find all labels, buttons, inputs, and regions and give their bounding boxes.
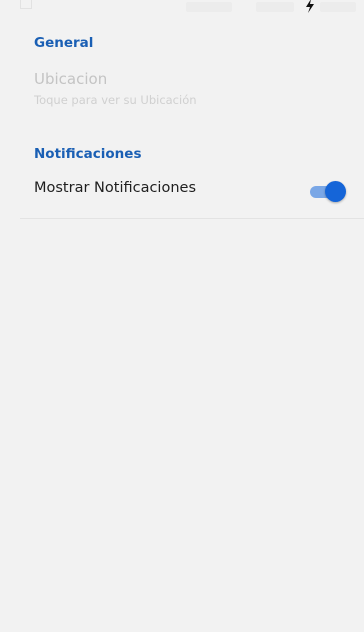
- signal-indicators: [256, 2, 294, 12]
- section-header-notificaciones: Notificaciones: [34, 146, 142, 162]
- switch-thumb: [325, 181, 346, 202]
- preference-ubicacion-summary: Toque para ver su Ubicación: [34, 93, 197, 107]
- status-clock: [320, 2, 356, 12]
- status-bar: [0, 0, 364, 22]
- preference-mostrar-notificaciones-title: Mostrar Notificaciones: [34, 180, 196, 196]
- section-header-general: General: [34, 35, 94, 51]
- image-icon: [20, 0, 32, 9]
- status-indicators: [186, 2, 232, 12]
- divider: [20, 218, 364, 219]
- charging-bolt-icon: [306, 0, 314, 13]
- notifications-switch[interactable]: [308, 181, 346, 203]
- preference-ubicacion-title: Ubicacion: [34, 70, 108, 88]
- settings-screen: General Ubicacion Toque para ver su Ubic…: [0, 0, 364, 632]
